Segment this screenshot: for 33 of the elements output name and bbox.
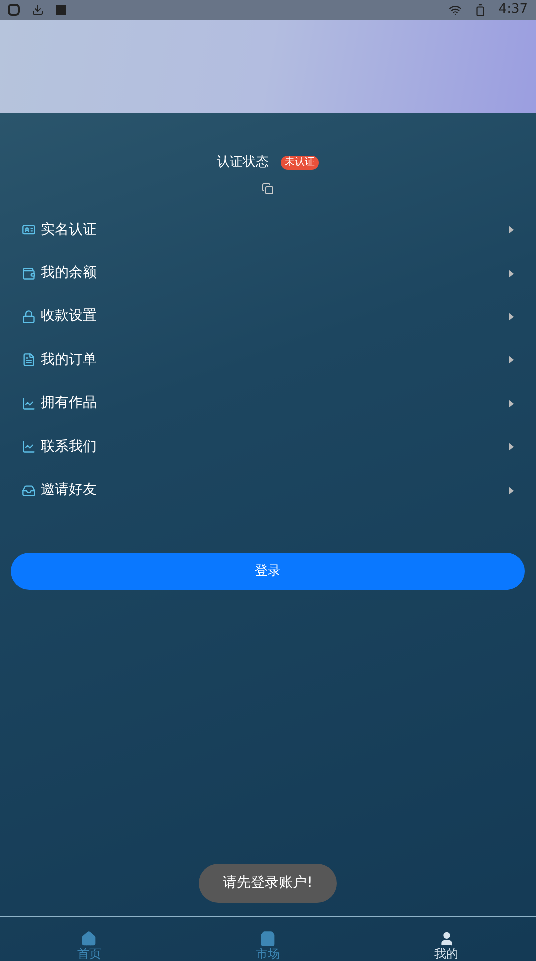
chart-icon [22,396,36,411]
person-icon [438,931,455,947]
login-button[interactable]: 登录 [11,553,525,590]
inbox-icon [22,484,36,498]
menu-item[interactable]: 我的订单 [0,338,536,382]
menu-item[interactable]: 联系我们 [0,425,536,469]
chevron-icon [509,356,514,364]
nav-tab[interactable]: 我的 [357,917,536,961]
id-card-icon [22,223,36,238]
menu-item[interactable]: 收款设置 [0,295,536,339]
chart-icon [22,440,36,454]
toast-message: 请先登录账户! [199,864,337,903]
lock-icon [22,310,36,324]
chevron-icon [509,486,514,495]
download-icon [32,4,44,16]
chevron-icon [509,312,514,321]
wallet-icon [22,266,36,281]
wifi-icon [448,4,462,16]
document-icon [22,353,36,368]
chevron-icon [509,443,514,452]
auth-status-label: 认证状态 [217,154,269,172]
copy-icon[interactable] [262,182,274,194]
menu-item[interactable]: 实名认证 [0,208,536,252]
menu-item[interactable]: 邀请好友 [0,468,536,512]
battery-icon [474,4,487,16]
home-icon [81,931,98,947]
unverified-badge: 未认证 [281,156,319,170]
chevron-icon [509,400,514,408]
menu-item[interactable]: 我的余额 [0,252,536,296]
chevron-icon [509,226,514,234]
menu-item[interactable]: 拥有作品 [0,382,536,426]
chevron-icon [509,270,514,278]
clock: 4:37 [498,1,528,20]
